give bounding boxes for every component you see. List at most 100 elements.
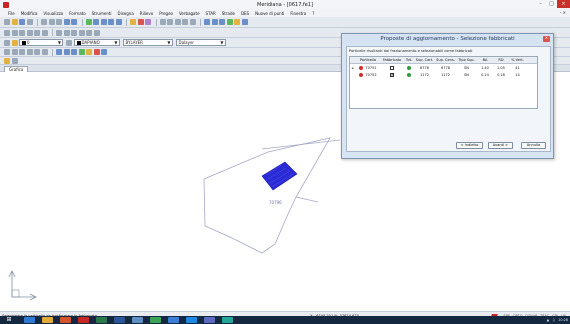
chamfer-icon[interactable] xyxy=(86,29,92,36)
menu-star[interactable]: STAR xyxy=(206,11,216,16)
snap-icon[interactable] xyxy=(204,19,210,25)
layer-manager-icon[interactable] xyxy=(130,19,136,25)
excel-icon[interactable] xyxy=(96,317,107,323)
close-icon[interactable]: × xyxy=(543,36,550,42)
print-icon[interactable] xyxy=(26,19,33,25)
view-icon[interactable] xyxy=(241,19,248,25)
flag-icon[interactable] xyxy=(93,49,100,55)
survey-icon[interactable] xyxy=(56,49,62,55)
column-header-sup-cens[interactable]: Sup. Cens. xyxy=(435,57,456,64)
pictures-icon[interactable] xyxy=(132,317,143,323)
windows-start-icon[interactable]: ⊞ xyxy=(2,316,16,324)
redo-icon[interactable] xyxy=(71,19,77,25)
store-icon[interactable] xyxy=(222,317,233,323)
column-header-tot[interactable]: Tot. xyxy=(404,57,414,64)
measure-icon[interactable] xyxy=(226,19,233,25)
circle-tool-icon[interactable] xyxy=(182,19,188,25)
copy-icon[interactable] xyxy=(48,19,55,25)
volume-icon[interactable]: ♫ xyxy=(552,318,555,322)
building-icon[interactable] xyxy=(86,49,92,55)
menu-rilievo[interactable]: Rilievo xyxy=(140,11,153,16)
hatch-icon[interactable] xyxy=(4,49,10,55)
zoom-out-icon[interactable] xyxy=(100,19,107,25)
insert-icon[interactable] xyxy=(19,49,25,55)
media-icon[interactable] xyxy=(60,317,71,323)
fabbricato-checkbox[interactable] xyxy=(390,66,394,70)
select-icon[interactable] xyxy=(4,29,10,36)
back-button[interactable]: < Indietro xyxy=(456,142,483,149)
menu-help[interactable]: ? xyxy=(312,11,314,16)
point-icon[interactable] xyxy=(71,49,77,55)
menu-finestra[interactable]: Finestra xyxy=(290,11,306,16)
restore-icon[interactable]: □ xyxy=(546,0,557,8)
menu-formato[interactable]: Formato xyxy=(69,11,86,16)
maps-icon[interactable] xyxy=(150,317,161,323)
text-tool-icon[interactable] xyxy=(189,19,196,25)
column-header-rd[interactable]: RD xyxy=(493,57,509,64)
undo-icon[interactable] xyxy=(63,19,70,25)
line-tool-icon[interactable] xyxy=(159,19,166,25)
settings-icon[interactable] xyxy=(11,57,18,64)
dimension-icon[interactable] xyxy=(26,49,33,55)
parcel-icon[interactable] xyxy=(78,49,85,55)
fabbricato-checkbox[interactable]: ☒ xyxy=(390,73,394,77)
properties-icon[interactable] xyxy=(145,19,151,25)
column-header-vert[interactable]: % Vert. xyxy=(509,57,526,64)
extend-icon[interactable] xyxy=(63,29,70,36)
app-icon[interactable] xyxy=(168,317,179,323)
mirror-icon[interactable] xyxy=(34,29,40,36)
leader-icon[interactable] xyxy=(34,49,40,55)
menu-strade[interactable]: Strade xyxy=(222,11,235,16)
terminal-icon[interactable] xyxy=(204,317,215,323)
export-icon[interactable] xyxy=(101,49,107,55)
next-button[interactable]: Avanti > xyxy=(488,142,513,149)
grid-icon[interactable] xyxy=(211,19,218,25)
move-icon[interactable] xyxy=(11,29,18,36)
meridiana-app-icon[interactable] xyxy=(78,317,89,323)
linetype-combo[interactable]: BYLAYER ▼ xyxy=(122,39,173,46)
table-icon[interactable] xyxy=(41,49,48,55)
chrome-icon[interactable] xyxy=(186,317,197,323)
layer-previous-icon[interactable] xyxy=(66,39,72,46)
dialog-titlebar[interactable]: Proposte di aggiornamento - Selezione fa… xyxy=(342,34,553,44)
row-fabbricato[interactable] xyxy=(380,65,404,72)
minimize-icon[interactable]: – xyxy=(535,0,546,8)
delete-icon[interactable] xyxy=(137,19,144,25)
browser-icon[interactable] xyxy=(24,317,35,323)
ortho-icon[interactable] xyxy=(219,19,225,25)
selected-building[interactable] xyxy=(261,161,298,191)
block-icon[interactable] xyxy=(11,49,18,55)
menu-pregeo[interactable]: Pregeo xyxy=(159,11,173,16)
zoom-window-icon[interactable] xyxy=(108,19,114,25)
zoom-in-icon[interactable] xyxy=(93,19,99,25)
menu-modifica[interactable]: Modifica xyxy=(21,11,38,16)
new-file-icon[interactable] xyxy=(4,19,10,25)
menu-file[interactable]: File xyxy=(8,11,15,16)
column-header-ba[interactable]: BA xyxy=(477,57,493,64)
menu-visualizza[interactable]: Visualizza xyxy=(43,11,63,16)
pan-icon[interactable] xyxy=(85,19,92,25)
parcel-outline[interactable] xyxy=(203,137,331,254)
trim-icon[interactable] xyxy=(56,29,62,36)
layer-light-icon[interactable] xyxy=(11,39,18,46)
cancel-button[interactable]: Annulla xyxy=(521,142,546,149)
bookmark-icon[interactable] xyxy=(4,57,10,64)
color-combo[interactable]: DAPIANO ▼ xyxy=(73,39,120,46)
polyline-tool-icon[interactable] xyxy=(167,19,173,25)
row-fabbricato[interactable]: ☒ xyxy=(380,72,404,79)
mdi-controls[interactable]: - × xyxy=(560,10,566,15)
explode-icon[interactable] xyxy=(93,29,100,36)
fillet-icon[interactable] xyxy=(78,29,85,36)
station-icon[interactable] xyxy=(63,49,70,55)
save-icon[interactable] xyxy=(19,19,25,25)
table-row[interactable]: 70752 ☒ 1172 1172 SN 0.24 0.18 14 xyxy=(350,72,537,79)
column-header-fabbricato[interactable]: Fabbricato xyxy=(380,57,404,64)
cut-icon[interactable] xyxy=(41,19,47,25)
layer-combo[interactable]: 0 ▼ xyxy=(19,39,63,46)
folder-icon[interactable] xyxy=(42,317,53,323)
rotate-icon[interactable] xyxy=(19,29,25,36)
column-header-particella[interactable]: Particella xyxy=(356,57,380,64)
menu-verbagate[interactable]: Verbagate xyxy=(179,11,200,16)
word-icon[interactable] xyxy=(114,317,125,323)
paste-icon[interactable] xyxy=(56,19,62,25)
